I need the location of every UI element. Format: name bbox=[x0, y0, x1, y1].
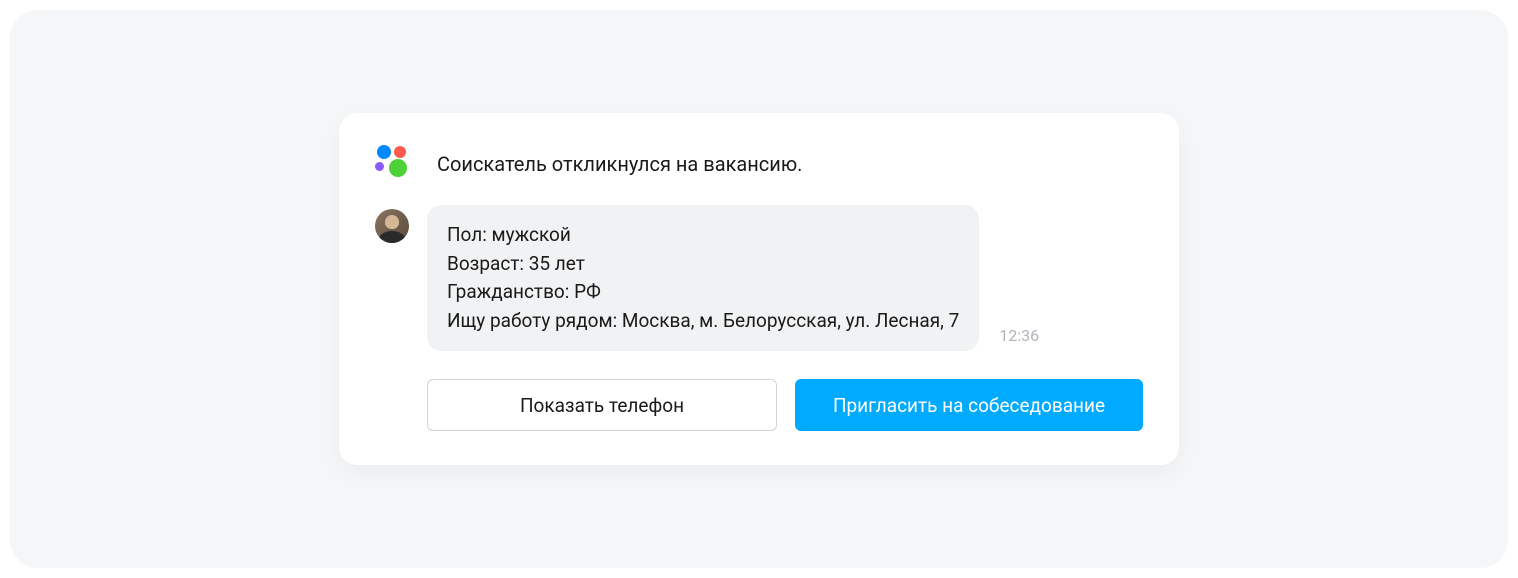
invite-interview-button[interactable]: Пригласить на собеседование bbox=[795, 379, 1143, 431]
actions-row: Показать телефон Пригласить на собеседов… bbox=[375, 379, 1143, 431]
message-line-location: Ищу работу рядом: Москва, м. Белорусская… bbox=[447, 307, 959, 336]
message-timestamp: 12:36 bbox=[999, 326, 1039, 351]
message-line-age: Возраст: 35 лет bbox=[447, 250, 959, 279]
show-phone-button[interactable]: Показать телефон bbox=[427, 379, 777, 431]
message-line-citizenship: Гражданство: РФ bbox=[447, 278, 959, 307]
notification-title: Соискатель откликнулся на вакансию. bbox=[437, 151, 802, 177]
message-row: Пол: мужской Возраст: 35 лет Гражданство… bbox=[375, 205, 1143, 351]
notification-card: Соискатель откликнулся на вакансию. Пол:… bbox=[339, 113, 1179, 465]
outer-container: Соискатель откликнулся на вакансию. Пол:… bbox=[10, 10, 1508, 568]
avatar[interactable] bbox=[375, 209, 409, 243]
logo-icon bbox=[375, 145, 413, 183]
message-line-gender: Пол: мужской bbox=[447, 221, 959, 250]
message-bubble: Пол: мужской Возраст: 35 лет Гражданство… bbox=[427, 205, 979, 351]
notification-header: Соискатель откликнулся на вакансию. bbox=[375, 145, 1143, 183]
